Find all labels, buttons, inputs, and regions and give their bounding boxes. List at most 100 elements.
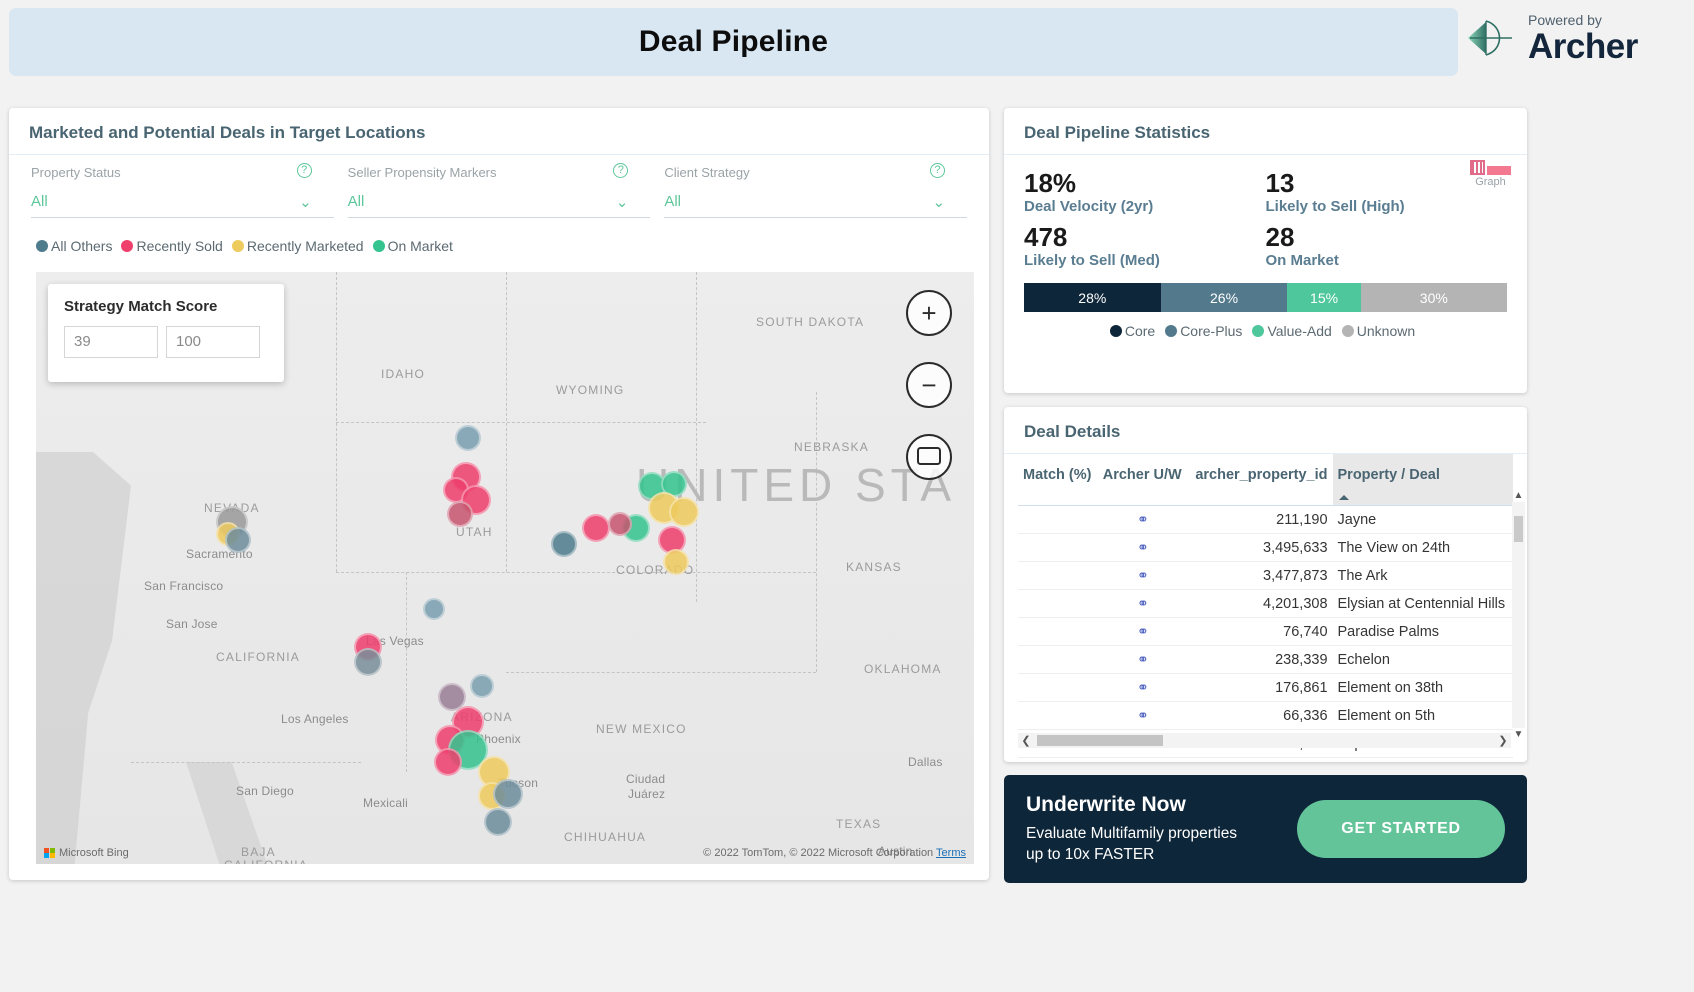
chart-legend-item[interactable]: Unknown [1341, 323, 1415, 339]
legend-item[interactable]: All Others [36, 238, 112, 254]
strategy-match-score-filter[interactable]: Strategy Match Score 39 100 [48, 284, 284, 382]
map-marker[interactable] [434, 748, 462, 776]
map-canvas[interactable]: UNITED STA SOUTH DAKOTA IDAHO WYOMING NEBRA… [36, 272, 974, 864]
stacked-bar-segment[interactable]: 26% [1160, 283, 1288, 313]
cell-archer-uw[interactable]: ⚭ [1097, 589, 1189, 618]
table-row[interactable]: ⚭ 176,861 Element on 38th [1018, 673, 1513, 702]
scroll-right-icon[interactable]: ❯ [1495, 734, 1511, 747]
help-icon[interactable]: ? [296, 163, 312, 178]
column-header-archer-property-id[interactable]: archer_property_id [1188, 454, 1333, 506]
terms-link[interactable]: Terms [936, 847, 966, 859]
filter-value: All [664, 193, 968, 218]
table-horizontal-scrollbar[interactable]: ❮ ❯ [1018, 733, 1511, 748]
stacked-bar-segment[interactable]: 15% [1287, 283, 1361, 313]
map-label: UTAH [456, 525, 493, 539]
filter-property-status[interactable]: Property Status All ? ⌄ [31, 163, 334, 228]
match-min-input[interactable]: 39 [64, 326, 158, 358]
link-icon[interactable]: ⚭ [1137, 623, 1149, 639]
table-row[interactable]: ⚭ 211,190 Jayne [1018, 505, 1513, 534]
vertical-scroll-thumb[interactable] [1514, 516, 1523, 542]
map-label: San Francisco [144, 579, 224, 593]
filter-client-strategy[interactable]: Client Strategy All ? ⌄ [664, 163, 968, 228]
map-marker[interactable] [493, 779, 523, 809]
link-icon[interactable]: ⚭ [1137, 679, 1149, 695]
link-icon[interactable]: ⚭ [1137, 651, 1149, 667]
legend-item[interactable]: Recently Sold [121, 238, 223, 254]
chevron-down-icon[interactable]: ⌄ [616, 195, 629, 210]
chart-legend-item[interactable]: Core [1109, 323, 1156, 340]
cell-archer-property-id: 3,477,873 [1188, 561, 1333, 590]
zoom-out-button[interactable]: − [906, 362, 952, 408]
legend-label: Value-Add [1267, 323, 1332, 340]
map-marker[interactable] [455, 425, 481, 451]
zoom-in-button[interactable]: + [906, 290, 952, 336]
map-marker[interactable] [470, 674, 494, 698]
link-icon[interactable]: ⚭ [1137, 595, 1149, 611]
cell-match [1018, 617, 1098, 646]
stacked-bar-segment[interactable]: 28% [1024, 283, 1161, 313]
column-header-property-deal[interactable]: Property / Deal [1332, 454, 1513, 506]
map-marker[interactable] [423, 598, 445, 620]
legend-label: Core [1124, 323, 1156, 340]
chart-legend-item[interactable]: Core-Plus [1165, 323, 1242, 339]
map-marker[interactable] [484, 808, 512, 836]
table-row[interactable]: ⚭ 3,477,873 The Ark [1018, 561, 1513, 590]
filter-label: Property Status [31, 165, 121, 180]
cell-archer-uw[interactable]: ⚭ [1097, 673, 1189, 702]
legend-item[interactable]: Recently Marketed [231, 238, 364, 254]
map-marker[interactable] [663, 549, 689, 575]
bing-label: Microsoft Bing [59, 847, 129, 859]
reset-view-button[interactable] [906, 434, 952, 480]
map-label: San Jose [166, 617, 218, 631]
table-row[interactable]: ⚭ 4,201,308 Elysian at Centennial Hills [1018, 589, 1513, 618]
map-marker[interactable] [669, 497, 699, 527]
link-icon[interactable]: ⚭ [1137, 707, 1149, 723]
scroll-left-icon[interactable]: ❮ [1018, 734, 1034, 747]
stacked-bar-segment[interactable]: 30% [1360, 283, 1507, 313]
get-started-button[interactable]: GET STARTED [1297, 800, 1505, 858]
map-marker[interactable] [225, 527, 251, 553]
match-max-input[interactable]: 100 [166, 326, 260, 358]
horizontal-scroll-thumb[interactable] [1037, 735, 1163, 746]
legend-item[interactable]: On Market [372, 238, 453, 254]
cta-title: Underwrite Now [1026, 793, 1186, 817]
link-icon[interactable]: ⚭ [1137, 539, 1149, 555]
cell-archer-uw[interactable]: ⚭ [1097, 561, 1189, 590]
table-vertical-scrollbar[interactable]: ▲ ▼ [1512, 490, 1525, 740]
table-row[interactable]: ⚭ 3,495,633 The View on 24th [1018, 533, 1513, 562]
link-icon[interactable]: ⚭ [1137, 567, 1149, 583]
map-marker[interactable] [551, 531, 577, 557]
cell-property-name: Element on 38th [1332, 673, 1513, 702]
map-state-border [696, 272, 697, 602]
column-header-match[interactable]: Match (%) [1018, 454, 1098, 506]
scroll-up-icon[interactable]: ▲ [1512, 490, 1525, 501]
chevron-down-icon[interactable]: ⌄ [932, 195, 945, 210]
cell-match [1018, 533, 1098, 562]
chart-legend-item[interactable]: Value-Add [1252, 323, 1332, 340]
graph-toggle[interactable]: Graph [1470, 160, 1511, 188]
column-header-archer-uw[interactable]: Archer U/W [1097, 454, 1189, 506]
chevron-down-icon[interactable]: ⌄ [299, 195, 312, 210]
cell-archer-uw[interactable]: ⚭ [1097, 645, 1189, 674]
cell-archer-uw[interactable]: ⚭ [1097, 701, 1189, 730]
cell-archer-uw[interactable]: ⚭ [1097, 533, 1189, 562]
filter-seller-propensity-markers[interactable]: Seller Propensity Markers All ? ⌄ [347, 163, 651, 228]
cta-subtitle-line2: up to 10x FASTER [1026, 845, 1155, 863]
link-icon[interactable]: ⚭ [1137, 511, 1149, 527]
scroll-down-icon[interactable]: ▼ [1512, 729, 1525, 740]
cell-archer-uw[interactable]: ⚭ [1097, 505, 1189, 534]
table-row[interactable]: ⚭ 238,339 Echelon [1018, 645, 1513, 674]
cta-text: Underwrite Now Evaluate Multifamily prop… [1026, 793, 1297, 865]
map-marker[interactable] [447, 501, 473, 527]
map-marker[interactable] [354, 648, 382, 676]
table-row[interactable]: ⚭ 76,740 Paradise Palms [1018, 617, 1513, 646]
horizontal-scroll-track[interactable] [1034, 735, 1495, 746]
stat-label: Likely to Sell (Med) [1024, 252, 1160, 270]
map-marker[interactable] [608, 512, 632, 536]
cell-archer-uw[interactable]: ⚭ [1097, 617, 1189, 646]
table-row[interactable]: ⚭ 66,336 Element on 5th [1018, 701, 1513, 730]
cell-property-name: Echelon [1332, 645, 1513, 674]
map-marker[interactable] [582, 514, 610, 542]
deal-details-table-wrap: Match (%) Archer U/W archer_property_id … [1004, 454, 1527, 758]
help-icon[interactable]: ? [930, 163, 946, 178]
